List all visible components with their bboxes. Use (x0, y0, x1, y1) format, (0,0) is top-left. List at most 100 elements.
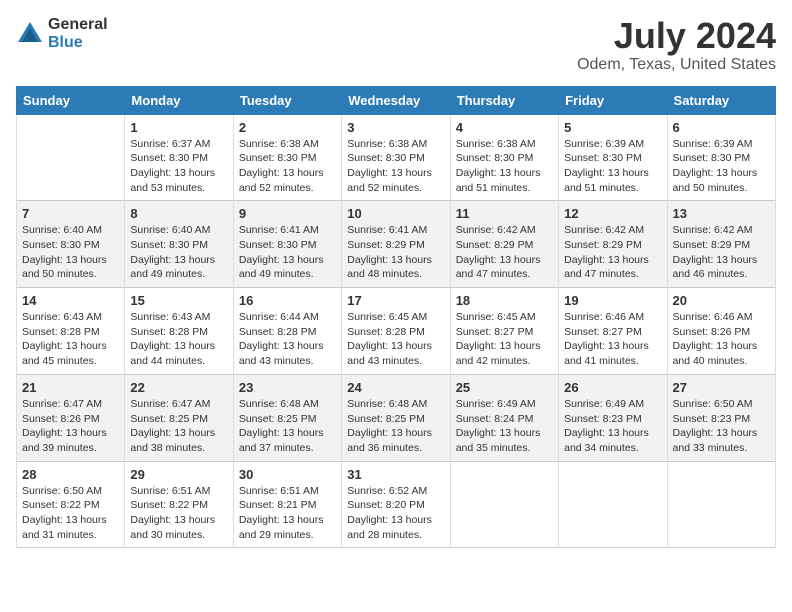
logo-text: General Blue (48, 16, 108, 51)
day-number: 13 (673, 206, 770, 221)
day-info: Sunrise: 6:41 AMSunset: 8:29 PMDaylight:… (347, 223, 444, 282)
day-number: 31 (347, 467, 444, 482)
week-row-1: 7Sunrise: 6:40 AMSunset: 8:30 PMDaylight… (17, 201, 776, 288)
day-info: Sunrise: 6:49 AMSunset: 8:24 PMDaylight:… (456, 397, 553, 456)
day-number: 1 (130, 120, 227, 135)
day-info: Sunrise: 6:37 AMSunset: 8:30 PMDaylight:… (130, 137, 227, 196)
cell-w0-d3: 3Sunrise: 6:38 AMSunset: 8:30 PMDaylight… (342, 114, 450, 201)
day-info: Sunrise: 6:50 AMSunset: 8:22 PMDaylight:… (22, 484, 119, 543)
cell-w4-d6 (667, 461, 775, 548)
cell-w0-d2: 2Sunrise: 6:38 AMSunset: 8:30 PMDaylight… (233, 114, 341, 201)
cell-w2-d5: 19 Sunrise: 6:46 AMSunset: 8:27 PMDayligh… (559, 288, 667, 375)
day-number: 25 (456, 380, 553, 395)
day-number: 11 (456, 206, 553, 221)
day-info: Sunrise: 6:49 AMSunset: 8:23 PMDaylight:… (564, 397, 661, 456)
day-info: Sunrise: 6:43 AMSunset: 8:28 PMDaylight:… (130, 310, 227, 369)
day-number: 10 (347, 206, 444, 221)
header-sunday: Sunday (17, 86, 125, 114)
day-info: Sunrise: 6:39 AMSunset: 8:30 PMDaylight:… (673, 137, 770, 196)
day-number: 24 (347, 380, 444, 395)
day-number: 14 (22, 293, 119, 308)
cell-w1-d5: 12Sunrise: 6:42 AMSunset: 8:29 PMDayligh… (559, 201, 667, 288)
cell-w4-d2: 30 Sunrise: 6:51 AMSunset: 8:21 PMDayligh… (233, 461, 341, 548)
cell-w4-d5 (559, 461, 667, 548)
day-number: 15 (130, 293, 227, 308)
cell-w4-d4 (450, 461, 558, 548)
cell-w3-d1: 22 Sunrise: 6:47 AMSunset: 8:25 PMDayligh… (125, 374, 233, 461)
day-number: 8 (130, 206, 227, 221)
logo-general: General (48, 16, 108, 34)
day-number: 28 (22, 467, 119, 482)
cell-w3-d2: 23 Sunrise: 6:48 AMSunset: 8:25 PMDayligh… (233, 374, 341, 461)
day-number: 19 (564, 293, 661, 308)
day-number: 6 (673, 120, 770, 135)
cell-w0-d5: 5 Sunrise: 6:39 AMSunset: 8:30 PMDaylight… (559, 114, 667, 201)
cell-w4-d0: 28 Sunrise: 6:50 AMSunset: 8:22 PMDayligh… (17, 461, 125, 548)
day-number: 20 (673, 293, 770, 308)
day-info: Sunrise: 6:42 AMSunset: 8:29 PMDaylight:… (673, 223, 770, 282)
day-number: 2 (239, 120, 336, 135)
cell-w1-d1: 8 Sunrise: 6:40 AMSunset: 8:30 PMDaylight… (125, 201, 233, 288)
header-thursday: Thursday (450, 86, 558, 114)
cell-w3-d0: 21Sunrise: 6:47 AMSunset: 8:26 PMDayligh… (17, 374, 125, 461)
day-info: Sunrise: 6:47 AMSunset: 8:25 PMDaylight:… (130, 397, 227, 456)
day-number: 27 (673, 380, 770, 395)
day-number: 22 (130, 380, 227, 395)
week-row-3: 21Sunrise: 6:47 AMSunset: 8:26 PMDayligh… (17, 374, 776, 461)
day-info: Sunrise: 6:42 AMSunset: 8:29 PMDaylight:… (456, 223, 553, 282)
day-info: Sunrise: 6:46 AMSunset: 8:27 PMDaylight:… (564, 310, 661, 369)
day-number: 16 (239, 293, 336, 308)
cell-w1-d6: 13 Sunrise: 6:42 AMSunset: 8:29 PMDayligh… (667, 201, 775, 288)
day-info: Sunrise: 6:40 AMSunset: 8:30 PMDaylight:… (130, 223, 227, 282)
day-info: Sunrise: 6:46 AMSunset: 8:26 PMDaylight:… (673, 310, 770, 369)
cell-w4-d3: 31 Sunrise: 6:52 AMSunset: 8:20 PMDayligh… (342, 461, 450, 548)
cell-w4-d1: 29Sunrise: 6:51 AMSunset: 8:22 PMDayligh… (125, 461, 233, 548)
cell-w1-d3: 10 Sunrise: 6:41 AMSunset: 8:29 PMDayligh… (342, 201, 450, 288)
cell-w3-d5: 26 Sunrise: 6:49 AMSunset: 8:23 PMDayligh… (559, 374, 667, 461)
title-area: July 2024 Odem, Texas, United States (577, 16, 776, 74)
day-number: 3 (347, 120, 444, 135)
day-info: Sunrise: 6:47 AMSunset: 8:26 PMDaylight:… (22, 397, 119, 456)
cell-w3-d3: 24Sunrise: 6:48 AMSunset: 8:25 PMDayligh… (342, 374, 450, 461)
cell-w0-d4: 4Sunrise: 6:38 AMSunset: 8:30 PMDaylight… (450, 114, 558, 201)
day-info: Sunrise: 6:51 AMSunset: 8:22 PMDaylight:… (130, 484, 227, 543)
week-row-2: 14 Sunrise: 6:43 AMSunset: 8:28 PMDayligh… (17, 288, 776, 375)
week-row-4: 28 Sunrise: 6:50 AMSunset: 8:22 PMDayligh… (17, 461, 776, 548)
cell-w1-d2: 9Sunrise: 6:41 AMSunset: 8:30 PMDaylight… (233, 201, 341, 288)
day-info: Sunrise: 6:39 AMSunset: 8:30 PMDaylight:… (564, 137, 661, 196)
day-number: 5 (564, 120, 661, 135)
header-monday: Monday (125, 86, 233, 114)
day-number: 12 (564, 206, 661, 221)
week-row-0: 1 Sunrise: 6:37 AMSunset: 8:30 PMDaylight… (17, 114, 776, 201)
cell-w0-d6: 6 Sunrise: 6:39 AMSunset: 8:30 PMDaylight… (667, 114, 775, 201)
day-info: Sunrise: 6:44 AMSunset: 8:28 PMDaylight:… (239, 310, 336, 369)
day-info: Sunrise: 6:50 AMSunset: 8:23 PMDaylight:… (673, 397, 770, 456)
day-info: Sunrise: 6:40 AMSunset: 8:30 PMDaylight:… (22, 223, 119, 282)
day-info: Sunrise: 6:52 AMSunset: 8:20 PMDaylight:… (347, 484, 444, 543)
logo-blue: Blue (48, 34, 108, 52)
day-info: Sunrise: 6:51 AMSunset: 8:21 PMDaylight:… (239, 484, 336, 543)
subtitle: Odem, Texas, United States (577, 56, 776, 74)
cell-w2-d3: 17 Sunrise: 6:45 AMSunset: 8:28 PMDayligh… (342, 288, 450, 375)
cell-w1-d0: 7Sunrise: 6:40 AMSunset: 8:30 PMDaylight… (17, 201, 125, 288)
day-number: 9 (239, 206, 336, 221)
day-number: 30 (239, 467, 336, 482)
cell-w3-d4: 25 Sunrise: 6:49 AMSunset: 8:24 PMDayligh… (450, 374, 558, 461)
cell-w2-d0: 14 Sunrise: 6:43 AMSunset: 8:28 PMDayligh… (17, 288, 125, 375)
day-info: Sunrise: 6:48 AMSunset: 8:25 PMDaylight:… (239, 397, 336, 456)
logo-icon (16, 20, 44, 48)
day-info: Sunrise: 6:43 AMSunset: 8:28 PMDaylight:… (22, 310, 119, 369)
day-number: 26 (564, 380, 661, 395)
day-number: 23 (239, 380, 336, 395)
header-saturday: Saturday (667, 86, 775, 114)
day-info: Sunrise: 6:38 AMSunset: 8:30 PMDaylight:… (456, 137, 553, 196)
calendar-table: Sunday Monday Tuesday Wednesday Thursday… (16, 86, 776, 549)
header-row: Sunday Monday Tuesday Wednesday Thursday… (17, 86, 776, 114)
day-number: 17 (347, 293, 444, 308)
day-info: Sunrise: 6:45 AMSunset: 8:28 PMDaylight:… (347, 310, 444, 369)
cell-w2-d1: 15 Sunrise: 6:43 AMSunset: 8:28 PMDayligh… (125, 288, 233, 375)
header-wednesday: Wednesday (342, 86, 450, 114)
cell-w0-d0 (17, 114, 125, 201)
cell-w1-d4: 11 Sunrise: 6:42 AMSunset: 8:29 PMDayligh… (450, 201, 558, 288)
cell-w3-d6: 27 Sunrise: 6:50 AMSunset: 8:23 PMDayligh… (667, 374, 775, 461)
